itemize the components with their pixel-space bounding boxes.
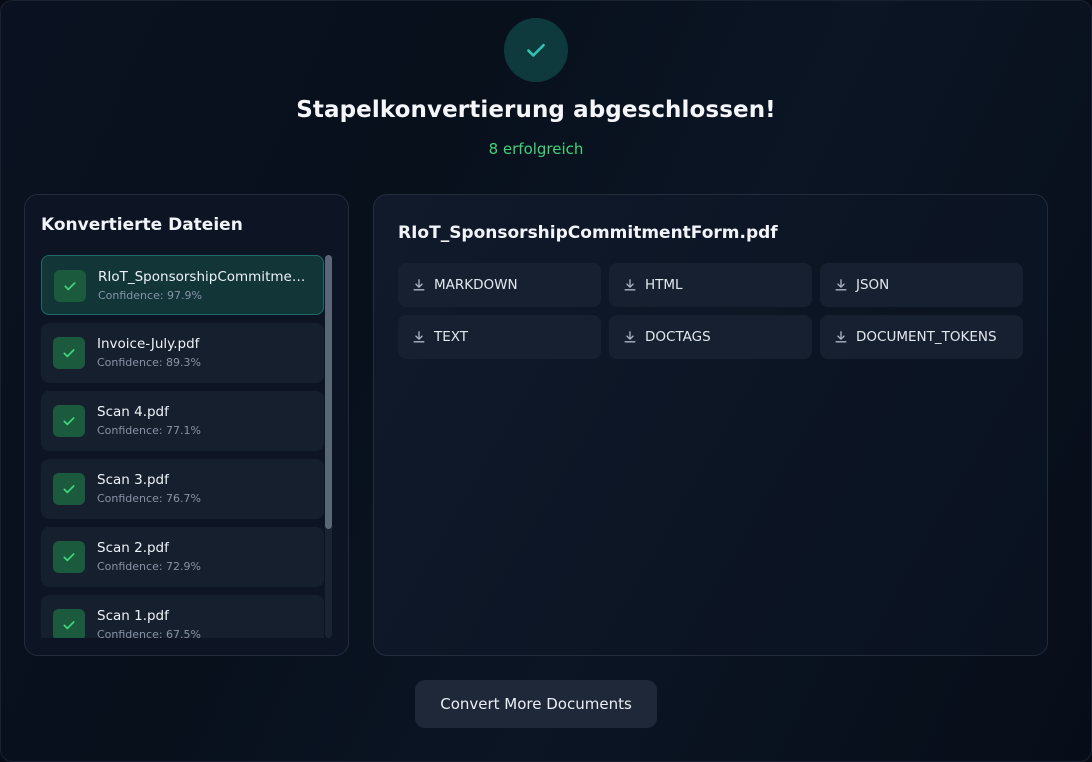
check-icon [54,270,86,302]
download-doctags-button[interactable]: DOCTAGS [609,315,812,359]
check-icon [53,541,85,573]
format-label: HTML [645,277,683,293]
file-item[interactable]: Invoice-July.pdf Confidence: 89.3% [41,323,324,383]
file-item[interactable]: Scan 4.pdf Confidence: 77.1% [41,391,324,451]
file-name: RIoT_SponsorshipCommitmentForm.pdf [98,269,312,285]
download-markdown-button[interactable]: MARKDOWN [398,263,601,307]
download-icon [623,330,637,344]
document-detail-panel: RIoT_SponsorshipCommitmentForm.pdf MARKD… [373,194,1048,656]
format-label: DOCUMENT_TOKENS [856,329,997,345]
success-count: 8 erfolgreich [488,140,584,158]
check-icon [527,43,545,57]
document-title: RIoT_SponsorshipCommitmentForm.pdf [398,223,778,243]
check-icon [53,337,85,369]
converted-files-panel: Konvertierte Dateien RIoT_SponsorshipCom… [24,194,349,656]
format-label: DOCTAGS [645,329,711,345]
download-icon [834,330,848,344]
download-text-button[interactable]: TEXT [398,315,601,359]
check-icon [53,473,85,505]
scrollbar-thumb[interactable] [325,255,332,529]
file-item-active[interactable]: RIoT_SponsorshipCommitmentForm.pdf Confi… [41,255,324,315]
download-icon [412,278,426,292]
file-list[interactable]: RIoT_SponsorshipCommitmentForm.pdf Confi… [41,255,325,638]
convert-more-button[interactable]: Convert More Documents [415,680,657,728]
file-confidence: Confidence: 97.9% [98,289,202,302]
download-icon [412,330,426,344]
file-name: Invoice-July.pdf [97,336,200,352]
format-label: JSON [856,277,890,293]
download-icon [623,278,637,292]
file-name: Scan 2.pdf [97,540,169,556]
file-name: Scan 3.pdf [97,472,169,488]
success-badge [504,18,568,82]
file-name: Scan 1.pdf [97,608,169,624]
page-title: Stapelkonvertierung abgeschlossen! [296,97,776,123]
format-label: MARKDOWN [434,277,518,293]
check-icon [53,609,85,638]
format-label: TEXT [434,329,469,345]
file-list-scrollbar[interactable] [325,255,332,638]
file-confidence: Confidence: 77.1% [97,424,201,437]
file-confidence: Confidence: 72.9% [97,560,201,573]
file-item[interactable]: Scan 3.pdf Confidence: 76.7% [41,459,324,519]
file-confidence: Confidence: 76.7% [97,492,201,505]
download-html-button[interactable]: HTML [609,263,812,307]
download-document-tokens-button[interactable]: DOCUMENT_TOKENS [820,315,1023,359]
file-confidence: Confidence: 89.3% [97,356,201,369]
download-json-button[interactable]: JSON [820,263,1023,307]
file-item[interactable]: Scan 1.pdf Confidence: 67.5% [41,595,324,638]
panel-heading: Konvertierte Dateien [41,215,243,235]
file-name: Scan 4.pdf [97,404,169,420]
file-item[interactable]: Scan 2.pdf Confidence: 72.9% [41,527,324,587]
check-icon [53,405,85,437]
app-window: Stapelkonvertierung abgeschlossen! 8 erf… [0,0,1092,762]
download-icon [834,278,848,292]
file-confidence: Confidence: 67.5% [97,628,201,638]
